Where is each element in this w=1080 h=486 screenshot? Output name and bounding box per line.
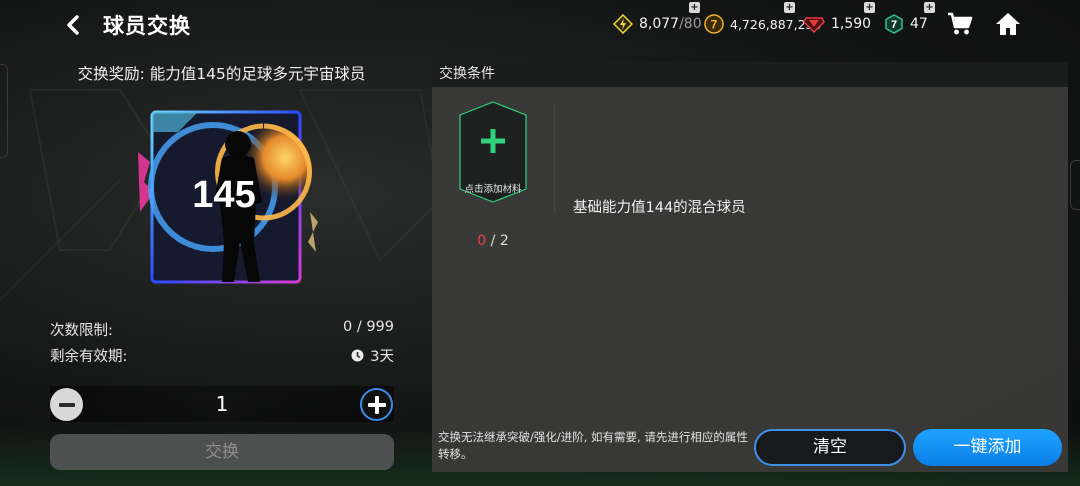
quantity-value[interactable]: 1 [110,392,334,416]
reward-title: 交换奖励: 能力值145的足球多元宇宙球员 [77,65,366,83]
add-material-text: 点击添加材料 [464,184,522,195]
home-button[interactable] [992,8,1024,40]
currency-tokens: + 7 47 [884,2,935,36]
lightning-icon [613,14,633,34]
reward-player-card[interactable]: 145 [138,92,318,292]
page-title: 球员交换 [103,14,191,38]
expiry-label: 剩余有效期: [50,349,128,365]
gem-icon [803,17,825,34]
clock-icon [351,349,364,362]
currency-energy: + 8,077/80 [613,2,702,36]
material-progress: 0 / 2 [477,233,509,249]
add-material-slot[interactable]: 点击添加材料 [459,101,527,203]
minus-icon [58,402,75,407]
right-edge-tab [1070,160,1080,210]
progress-total: 2 [499,233,509,249]
increase-button[interactable] [360,388,393,421]
expiry-value: 3天 [370,349,394,365]
expiry-row: 剩余有效期: 3天 [50,345,394,365]
add-gems-button[interactable]: + [864,2,875,13]
chevron-left-icon [67,15,79,35]
coin-icon: 7 [704,14,724,34]
transfer-note: 交换无法继承突破/强化/进阶, 如有需要, 请先进行相应的属性转移。 [438,430,748,461]
svg-text:7: 7 [891,19,897,31]
add-energy-button[interactable]: + [689,2,700,13]
requirement-text: 基础能力值144的混合球员 [573,200,746,216]
quantity-stepper: 1 [50,386,394,422]
add-tokens-button[interactable]: + [924,2,935,13]
count-limit-row: 次数限制: 0 / 999 [50,319,394,339]
token-icon: 7 [885,14,903,34]
conditions-body: 点击添加材料 0 / 2 基础能力值144的混合球员 [432,87,1068,472]
count-limit-label: 次数限制: [50,323,113,339]
progress-current: 0 [477,233,487,249]
count-limit-value: 0 / 999 [342,319,394,335]
tokens-value: 47 [910,16,928,32]
top-bar: 球员交换 + 8,077/80 + 7 4,726,887,250 + 1,59… [0,0,1080,50]
clear-button[interactable]: 清空 [754,429,906,466]
currency-gems: + 1,590 [803,2,875,36]
add-coins-button[interactable]: + [784,2,795,13]
energy-max: /80 [679,16,702,32]
back-button[interactable] [58,10,88,40]
shop-button[interactable] [944,8,976,40]
home-icon [996,13,1020,35]
conditions-header: 交换条件 [432,62,1068,87]
decrease-button[interactable] [50,388,83,421]
exchange-conditions-panel: 交换条件 点击添加材料 0 / 2 基础能力值144的混合球员 交换无法继承突破… [432,62,1068,472]
energy-value: 8,077 [639,16,680,32]
gems-value: 1,590 [831,16,872,32]
auto-add-button[interactable]: 一键添加 [913,429,1062,466]
player-card-image: 145 [138,110,318,284]
divider [554,103,555,213]
svg-text:7: 7 [711,18,718,32]
exchange-button[interactable]: 交换 [50,434,394,470]
plus-icon [367,395,386,414]
cart-icon [948,12,973,35]
card-rating: 145 [192,174,255,216]
